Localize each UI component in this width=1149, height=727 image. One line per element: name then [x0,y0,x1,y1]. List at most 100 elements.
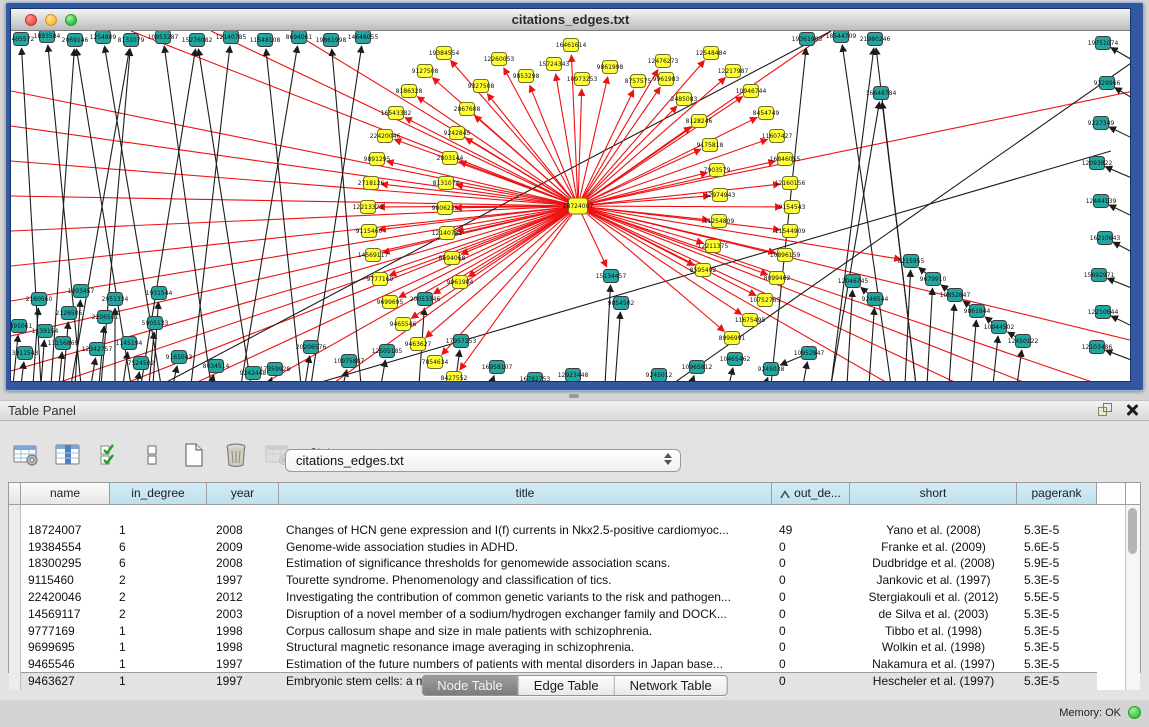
cell-short: Hescheler et al. (1997) [850,673,1017,690]
cell-short: Franke et al. (2009) [850,539,1017,556]
cell-short: Nakamura et al. (1997) [850,656,1017,673]
table-row[interactable]: 9777169 1 1998 Corpus callosum shape and… [9,623,1125,640]
network-node-label: 19861998 [316,37,347,44]
network-node-label: 12923448 [558,372,589,379]
table-row[interactable]: 14569117 2 2003 Disruption of a novel me… [9,606,1125,623]
network-node-label: 9127508 [412,68,439,75]
cell-in-degree: 1 [110,522,207,539]
network-node-label: 2051334 [102,296,129,303]
memory-ok-icon[interactable] [1128,706,1141,719]
table-row[interactable]: 18300295 6 2008 Estimation of significan… [9,555,1125,572]
cell-out-degree: 0 [772,606,850,623]
splitter-handle[interactable] [569,394,579,398]
network-node-label: 14646055 [348,34,379,41]
network-window-titlebar[interactable]: citations_edges.txt [11,9,1130,31]
table-row[interactable]: 22420046 2 2012 Investigating the contri… [9,589,1125,606]
cell-filler [1097,555,1125,572]
tab-node-table[interactable]: Node Table [422,676,519,695]
network-node-label: 14569117 [358,252,389,259]
column-chooser-icon[interactable] [52,440,84,470]
column-header-in-degree[interactable]: in_degree [110,483,207,504]
network-node-label: 15276082 [182,37,213,44]
cell-filler [1097,639,1125,656]
cell-year: 2008 [207,522,279,539]
cell-pagerank: 5.3E-5 [1017,522,1097,539]
network-node-label: 18724007 [563,203,594,210]
network-node-label: 19361983 [792,36,823,43]
table-selector-dropdown[interactable]: citations_edges.txt [285,449,681,472]
network-node-label: 1893584 [34,33,61,40]
network-node-label: 10952847 [794,350,825,357]
network-node-label: 10896159 [770,252,801,259]
cell-year [207,505,279,522]
network-node-label: 9327508 [468,83,495,90]
cell-pagerank: 5.6E-5 [1017,539,1097,556]
table-row[interactable]: 9699695 1 1998 Structural magnetic reson… [9,639,1125,656]
network-node-label: 1931544 [146,290,173,297]
network-node-label: 12476273 [648,58,679,65]
cell-in-degree: 2 [110,572,207,589]
network-node-label: 11156869 [48,340,79,347]
cell-name: 9465546 [21,656,110,673]
cell-pagerank: 5.5E-5 [1017,589,1097,606]
cell-out-degree: 0 [772,539,850,556]
network-node-label: 10944502 [984,324,1015,331]
column-header-name[interactable]: name [21,483,110,504]
table-row[interactable]: 19384554 6 2009 Genome-wide association … [9,539,1125,556]
delete-trash-icon[interactable] [220,440,252,470]
float-window-icon[interactable] [1098,403,1113,417]
table-row[interactable]: 9115460 2 1997 Tourette syndrome. Phenom… [9,572,1125,589]
scrollbar-thumb[interactable] [1128,508,1137,554]
network-node-label: 20206576 [296,344,327,351]
network-node-label: 9861998 [597,64,624,71]
table-settings-icon[interactable] [10,440,42,470]
row-gutter [9,505,21,522]
cell-title: Genome-wide association studies in ADHD. [279,539,772,556]
network-node-label: 2867608 [454,106,481,113]
column-header-title[interactable]: title [279,483,772,504]
network-node-label: 12140781 [432,230,463,237]
network-node-label: 8215955 [898,258,925,265]
row-gutter [9,639,21,656]
cell-year: 1998 [207,639,279,656]
cell-title [279,505,772,522]
network-node-label: 12213323 [353,204,384,211]
table-row[interactable]: 9465546 1 1997 Estimation of the future … [9,656,1125,673]
table-scrollbar[interactable] [1125,505,1140,690]
network-node-label: 9465546 [390,321,417,328]
row-gutter [9,606,21,623]
clear-selection-icon[interactable] [136,440,168,470]
network-nodes: 1872400719384554912750881863281654338222… [11,31,1121,381]
column-header-year[interactable]: year [207,483,279,504]
minimize-button[interactable] [45,14,57,26]
cell-short: de Silva et al. (2003) [850,606,1017,623]
cell-short: Yano et al. (2008) [850,522,1017,539]
network-node-label: 11548108 [250,37,281,44]
column-header-pagerank[interactable]: pagerank [1017,483,1097,504]
cell-title: Disruption of a novel member of a sodium… [279,606,772,623]
tab-edge-table[interactable]: Edge Table [519,676,615,695]
cell-in-degree: 6 [110,555,207,572]
network-node-label: 10965812 [682,364,713,371]
column-header-short[interactable]: short [850,483,1017,504]
network-node-label: 1203457 [68,288,95,295]
network-node-label: 12103486 [1082,344,1113,351]
table-row[interactable]: 18724007 1 2008 Changes of HCN gene expr… [9,522,1125,539]
network-node-label: 10973253 [567,76,598,83]
network-node-label: 17359928 [260,366,291,373]
column-header-out-degree[interactable]: out_de... [772,483,850,504]
close-button[interactable] [25,14,37,26]
cell-in-degree: 1 [110,673,207,690]
panel-close-icon[interactable] [1125,403,1139,417]
network-node-label: 7524502 [128,360,155,367]
header-gutter [9,483,21,504]
cell-year: 2003 [207,606,279,623]
cell-out-degree: 0 [772,639,850,656]
cell-title: Investigating the contribution of common… [279,589,772,606]
zoom-button[interactable] [65,14,77,26]
new-file-icon[interactable] [178,440,210,470]
network-canvas[interactable]: 1872400719384554912750881863281654338222… [11,31,1130,381]
tab-network-table[interactable]: Network Table [615,676,727,695]
select-all-check-icon[interactable] [94,440,126,470]
table-row[interactable] [9,505,1125,522]
